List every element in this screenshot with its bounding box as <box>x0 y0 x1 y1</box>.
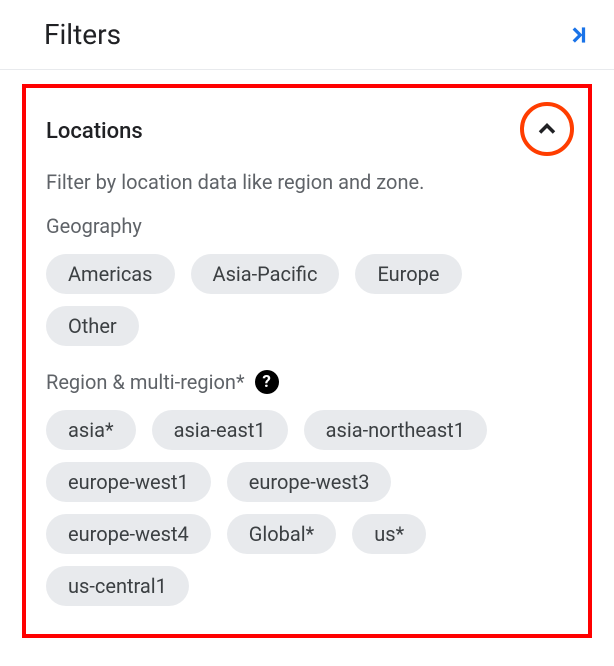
region-label: Region & multi-region* ? <box>46 370 568 394</box>
filters-header: Filters <box>0 0 614 70</box>
chip-asia[interactable]: asia* <box>46 410 136 450</box>
chip-other[interactable]: Other <box>46 306 139 346</box>
page-title: Filters <box>44 18 121 51</box>
chip-asia-east1[interactable]: asia-east1 <box>152 410 288 450</box>
locations-description: Filter by location data like region and … <box>46 170 568 194</box>
chip-europe-west3[interactable]: europe-west3 <box>227 462 392 502</box>
locations-panel: Locations Filter by location data like r… <box>22 84 592 638</box>
chip-europe[interactable]: Europe <box>355 254 461 294</box>
chip-europe-west1[interactable]: europe-west1 <box>46 462 211 502</box>
locations-title: Locations <box>46 119 143 144</box>
geography-chips: Americas Asia-Pacific Europe Other <box>46 254 568 346</box>
help-icon[interactable]: ? <box>255 370 279 394</box>
chip-us[interactable]: us* <box>352 514 426 554</box>
chip-asia-pacific[interactable]: Asia-Pacific <box>191 254 340 294</box>
locations-section-header: Locations <box>46 106 568 156</box>
region-chips: asia* asia-east1 asia-northeast1 europe-… <box>46 410 568 606</box>
chip-americas[interactable]: Americas <box>46 254 175 294</box>
chevron-up-icon <box>533 115 561 143</box>
chip-europe-west4[interactable]: europe-west4 <box>46 514 211 554</box>
collapse-panel-icon[interactable] <box>564 22 590 48</box>
collapse-section-button[interactable] <box>520 102 574 156</box>
geography-label: Geography <box>46 214 568 238</box>
chip-us-central1[interactable]: us-central1 <box>46 566 189 606</box>
chip-global[interactable]: Global* <box>227 514 336 554</box>
chip-asia-northeast1[interactable]: asia-northeast1 <box>304 410 487 450</box>
